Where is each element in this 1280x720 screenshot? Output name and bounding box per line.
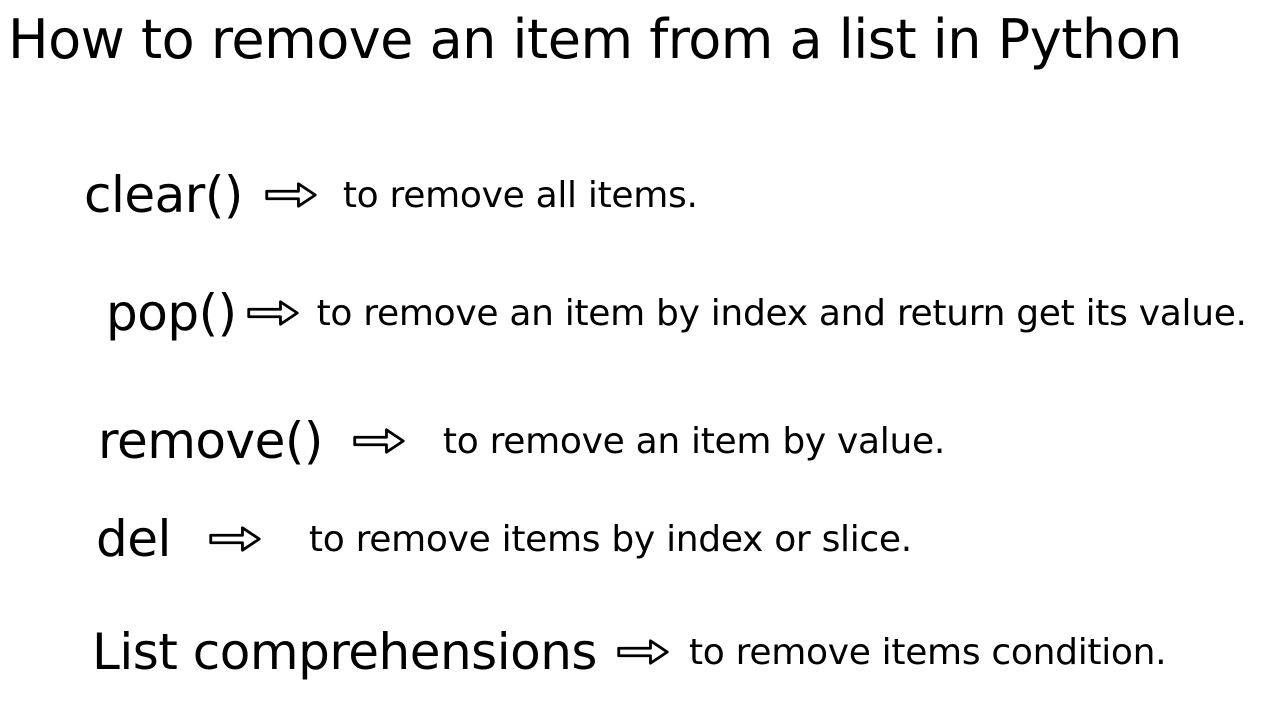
method-row-del: del to remove items by index or slice. xyxy=(0,510,1280,568)
method-description: to remove items condition. xyxy=(689,632,1166,673)
method-list: clear() to remove all items. pop() to re… xyxy=(0,71,1280,681)
method-row-clear: clear() to remove all items. xyxy=(0,166,1280,224)
method-row-pop: pop() to remove an item by index and ret… xyxy=(0,284,1280,342)
method-description: to remove items by index or slice. xyxy=(309,519,912,560)
method-name: remove() xyxy=(98,412,323,470)
method-description: to remove an item by value. xyxy=(443,421,945,462)
method-name: del xyxy=(96,510,171,568)
method-name: pop() xyxy=(106,284,237,342)
arrow-right-icon xyxy=(245,295,301,331)
method-name: clear() xyxy=(84,166,243,224)
method-row-remove: remove() to remove an item by value. xyxy=(0,412,1280,470)
arrow-right-icon xyxy=(351,423,407,459)
method-description: to remove an item by index and return ge… xyxy=(317,293,1247,334)
arrow-right-icon xyxy=(615,634,671,670)
arrow-right-icon xyxy=(263,177,319,213)
method-description: to remove all items. xyxy=(343,175,698,216)
page-title: How to remove an item from a list in Pyt… xyxy=(0,0,1280,71)
arrow-right-icon xyxy=(207,521,263,557)
method-row-list-comprehensions: List comprehensions to remove items cond… xyxy=(0,623,1280,681)
method-name: List comprehensions xyxy=(92,623,597,681)
